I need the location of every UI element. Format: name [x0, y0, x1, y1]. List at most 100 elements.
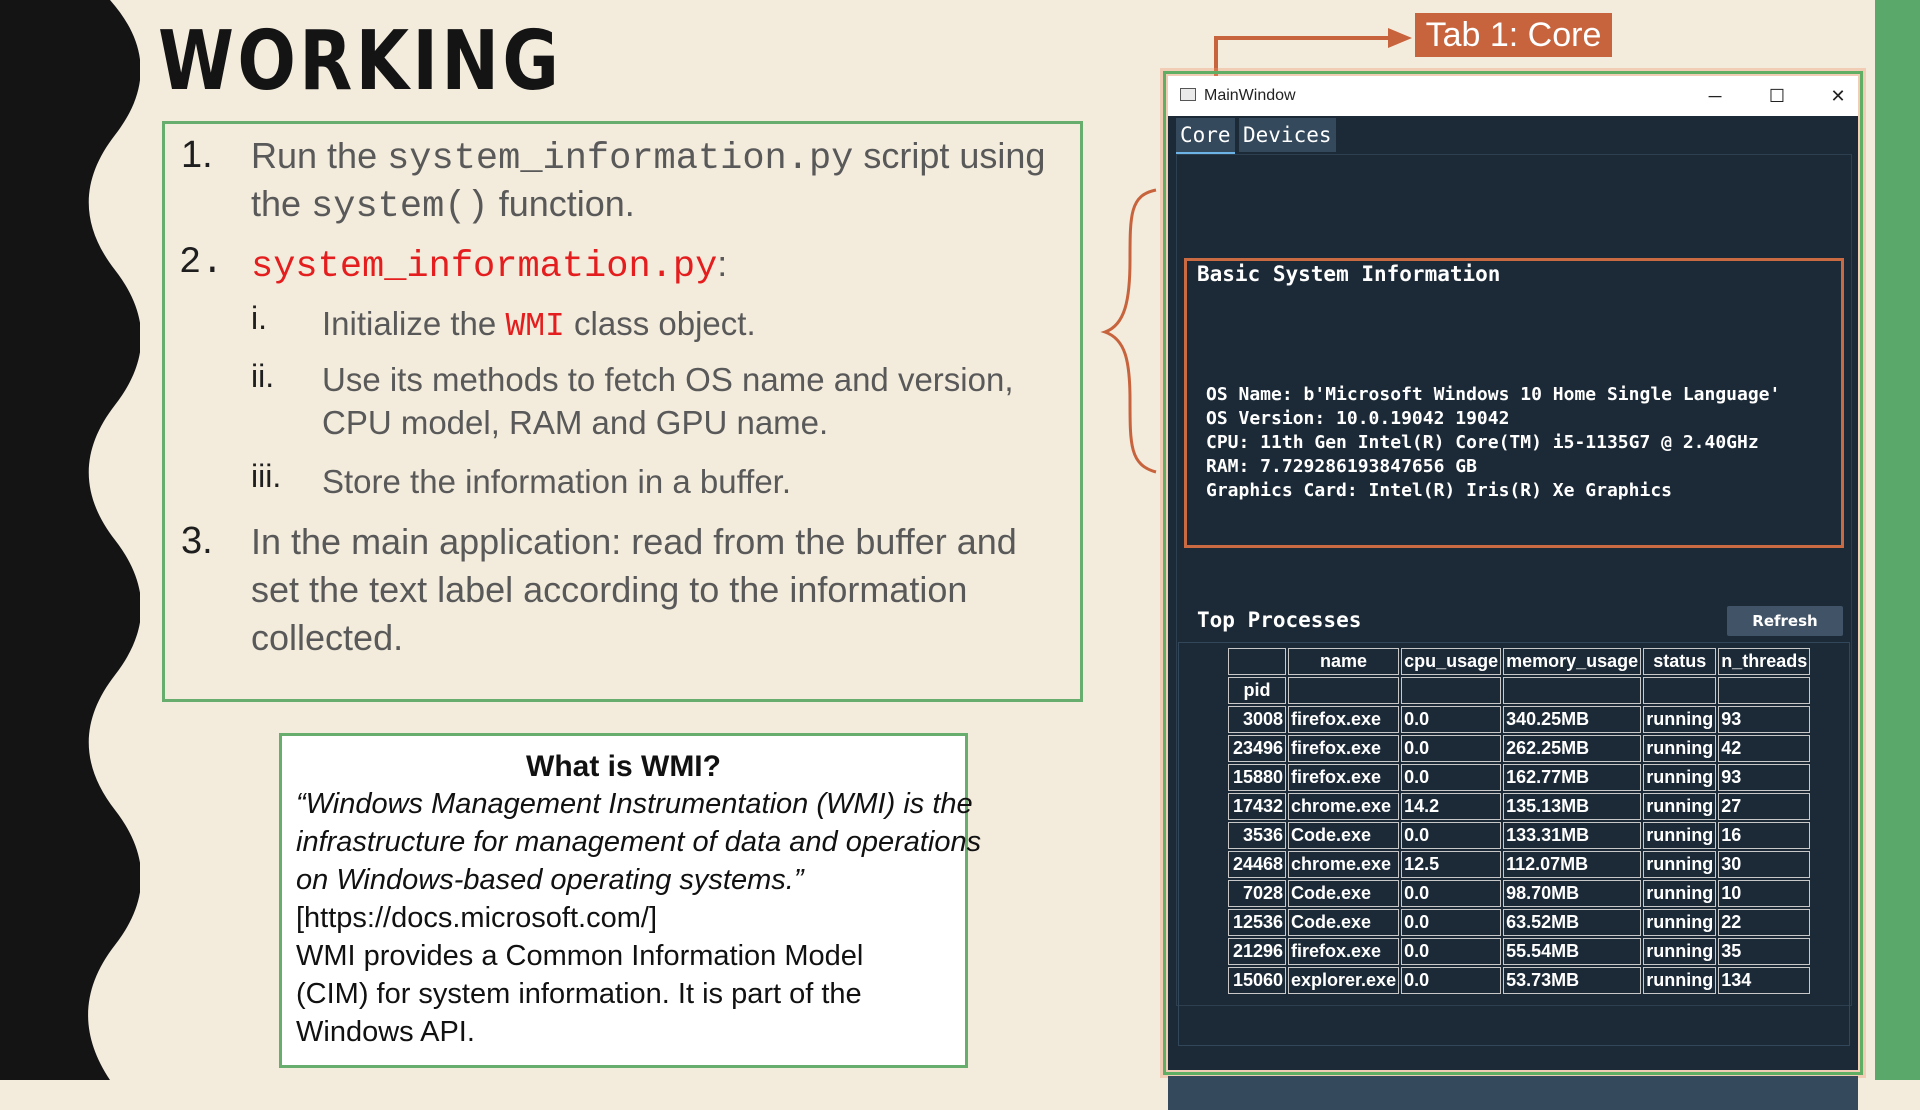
table-cell[interactable]: 53.73MB [1503, 967, 1642, 994]
substep-i: Initialize the WMI class object. [322, 305, 756, 345]
table-row[interactable]: 7028 Code.exe 0.0 98.70MB running 10 [1228, 880, 1811, 907]
table-cell[interactable]: 35 [1718, 938, 1811, 965]
pid-cell[interactable]: 23496 [1228, 735, 1286, 762]
table-cell[interactable]: 0.0 [1401, 706, 1502, 733]
table-cell[interactable]: 0.0 [1401, 735, 1502, 762]
table-cell[interactable]: firefox.exe [1288, 764, 1400, 791]
cpu-label: CPU: 11th Gen Intel(R) Core(TM) i5-1135G… [1206, 432, 1759, 453]
code-function-name: system() [311, 186, 489, 228]
table-cell[interactable]: firefox.exe [1288, 706, 1400, 733]
table-cell[interactable]: 10 [1718, 880, 1811, 907]
column-header[interactable]: status [1643, 648, 1717, 675]
substep-number-iii: iii. [251, 458, 282, 494]
pid-cell[interactable]: 17432 [1228, 793, 1286, 820]
process-table: name cpu_usage memory_usage status n_thr… [1226, 646, 1812, 996]
close-button[interactable]: ✕ [1813, 80, 1863, 112]
table-cell[interactable]: running [1643, 938, 1717, 965]
table-row[interactable]: 21296 firefox.exe 0.0 55.54MB running 35 [1228, 938, 1811, 965]
table-header-row: name cpu_usage memory_usage status n_thr… [1228, 648, 1811, 675]
table-cell[interactable]: running [1643, 909, 1717, 936]
ram-label: RAM: 7.729286193847656 GB [1206, 456, 1477, 477]
table-cell[interactable]: firefox.exe [1288, 735, 1400, 762]
table-cell[interactable]: running [1643, 764, 1717, 791]
step-1-line-1: Run the system_information.py script usi… [251, 135, 1046, 180]
pid-cell[interactable]: 21296 [1228, 938, 1286, 965]
pid-cell[interactable]: 3008 [1228, 706, 1286, 733]
pid-cell[interactable]: 12536 [1228, 909, 1286, 936]
decorative-green-band [1875, 0, 1920, 1080]
table-cell[interactable]: 0.0 [1401, 822, 1502, 849]
table-cell[interactable]: chrome.exe [1288, 851, 1400, 878]
table-cell[interactable]: running [1643, 793, 1717, 820]
tab-devices[interactable]: Devices [1239, 118, 1336, 152]
table-cell[interactable]: 134 [1718, 967, 1811, 994]
table-cell[interactable]: 98.70MB [1503, 880, 1642, 907]
table-cell[interactable]: 27 [1718, 793, 1811, 820]
table-cell[interactable]: Code.exe [1288, 822, 1400, 849]
table-cell[interactable]: running [1643, 706, 1717, 733]
maximize-button[interactable]: ☐ [1752, 80, 1802, 112]
table-row[interactable]: 12536 Code.exe 0.0 63.52MB running 22 [1228, 909, 1811, 936]
pid-cell[interactable]: 15880 [1228, 764, 1286, 791]
index-header: pid [1228, 677, 1286, 704]
table-cell[interactable]: 22 [1718, 909, 1811, 936]
table-row[interactable]: 24468 chrome.exe 12.5 112.07MB running 30 [1228, 851, 1811, 878]
table-cell[interactable]: 63.52MB [1503, 909, 1642, 936]
table-cell[interactable]: Code.exe [1288, 909, 1400, 936]
column-header[interactable]: name [1288, 648, 1400, 675]
wmi-quote-line: on Windows-based operating systems.” [296, 864, 804, 896]
table-cell[interactable]: 133.31MB [1503, 822, 1642, 849]
pid-cell[interactable]: 7028 [1228, 880, 1286, 907]
table-row[interactable]: 3536 Code.exe 0.0 133.31MB running 16 [1228, 822, 1811, 849]
table-cell[interactable]: 262.25MB [1503, 735, 1642, 762]
table-cell[interactable]: 0.0 [1401, 880, 1502, 907]
table-cell[interactable]: running [1643, 822, 1717, 849]
table-row[interactable]: 15060 explorer.exe 0.0 53.73MB running 134 [1228, 967, 1811, 994]
window-app-icon [1180, 88, 1196, 101]
pid-cell[interactable]: 24468 [1228, 851, 1286, 878]
table-cell[interactable]: running [1643, 967, 1717, 994]
table-cell[interactable]: 93 [1718, 706, 1811, 733]
table-cell[interactable]: 135.13MB [1503, 793, 1642, 820]
wmi-title: What is WMI? [526, 750, 721, 783]
table-cell[interactable]: 12.5 [1401, 851, 1502, 878]
table-cell[interactable]: 340.25MB [1503, 706, 1642, 733]
table-cell[interactable]: explorer.exe [1288, 967, 1400, 994]
table-cell[interactable]: 30 [1718, 851, 1811, 878]
refresh-button[interactable]: Refresh [1727, 606, 1843, 636]
table-cell[interactable]: 162.77MB [1503, 764, 1642, 791]
table-cell[interactable]: 14.2 [1401, 793, 1502, 820]
column-header[interactable]: cpu_usage [1401, 648, 1502, 675]
table-cell[interactable]: 0.0 [1401, 967, 1502, 994]
window-titlebar[interactable]: MainWindow ─ ☐ ✕ [1168, 76, 1858, 116]
table-cell[interactable]: 55.54MB [1503, 938, 1642, 965]
column-header[interactable]: memory_usage [1503, 648, 1642, 675]
pid-cell[interactable]: 15060 [1228, 967, 1286, 994]
table-cell[interactable]: firefox.exe [1288, 938, 1400, 965]
table-row[interactable]: 15880 firefox.exe 0.0 162.77MB running 93 [1228, 764, 1811, 791]
slide-title: WORKING [158, 14, 563, 109]
table-cell[interactable]: 42 [1718, 735, 1811, 762]
horizontal-scrollbar[interactable] [1168, 1076, 1858, 1110]
table-row[interactable]: 23496 firefox.exe 0.0 262.25MB running 42 [1228, 735, 1811, 762]
table-cell[interactable]: Code.exe [1288, 880, 1400, 907]
os-version-label: OS Version: 10.0.19042 19042 [1206, 408, 1510, 429]
table-row[interactable]: 17432 chrome.exe 14.2 135.13MB running 27 [1228, 793, 1811, 820]
table-cell[interactable]: 0.0 [1401, 938, 1502, 965]
table-row[interactable]: 3008 firefox.exe 0.0 340.25MB running 93 [1228, 706, 1811, 733]
table-cell[interactable]: 16 [1718, 822, 1811, 849]
column-header[interactable]: n_threads [1718, 648, 1811, 675]
table-cell[interactable]: running [1643, 735, 1717, 762]
table-cell[interactable]: running [1643, 880, 1717, 907]
table-cell[interactable]: 0.0 [1401, 764, 1502, 791]
index-header-row: pid [1228, 677, 1811, 704]
minimize-button[interactable]: ─ [1690, 80, 1740, 112]
table-cell[interactable]: 112.07MB [1503, 851, 1642, 878]
wmi-body-line: Windows API. [296, 1016, 475, 1048]
pid-cell[interactable]: 3536 [1228, 822, 1286, 849]
table-cell[interactable]: 93 [1718, 764, 1811, 791]
tab-core[interactable]: Core [1176, 118, 1235, 154]
table-cell[interactable]: 0.0 [1401, 909, 1502, 936]
table-cell[interactable]: chrome.exe [1288, 793, 1400, 820]
table-cell[interactable]: running [1643, 851, 1717, 878]
